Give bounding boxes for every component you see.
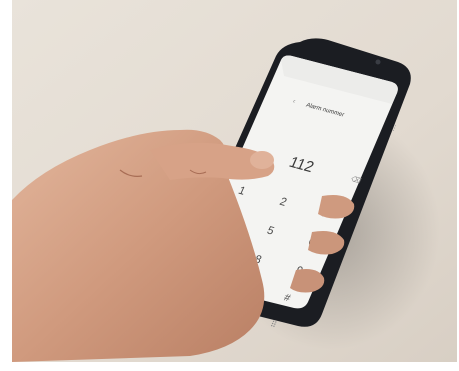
photo-margin-bottom — [0, 362, 459, 371]
phone-photo: Alarm nummer ‹ ⋮ 112 ⌫ 1 2 3 4 5 6 7 8 9… — [0, 0, 459, 371]
front-camera — [375, 59, 381, 65]
photo-scene: Alarm nummer ‹ ⋮ 112 ⌫ 1 2 3 4 5 6 7 8 9… — [0, 0, 459, 371]
fingertip — [250, 151, 274, 169]
